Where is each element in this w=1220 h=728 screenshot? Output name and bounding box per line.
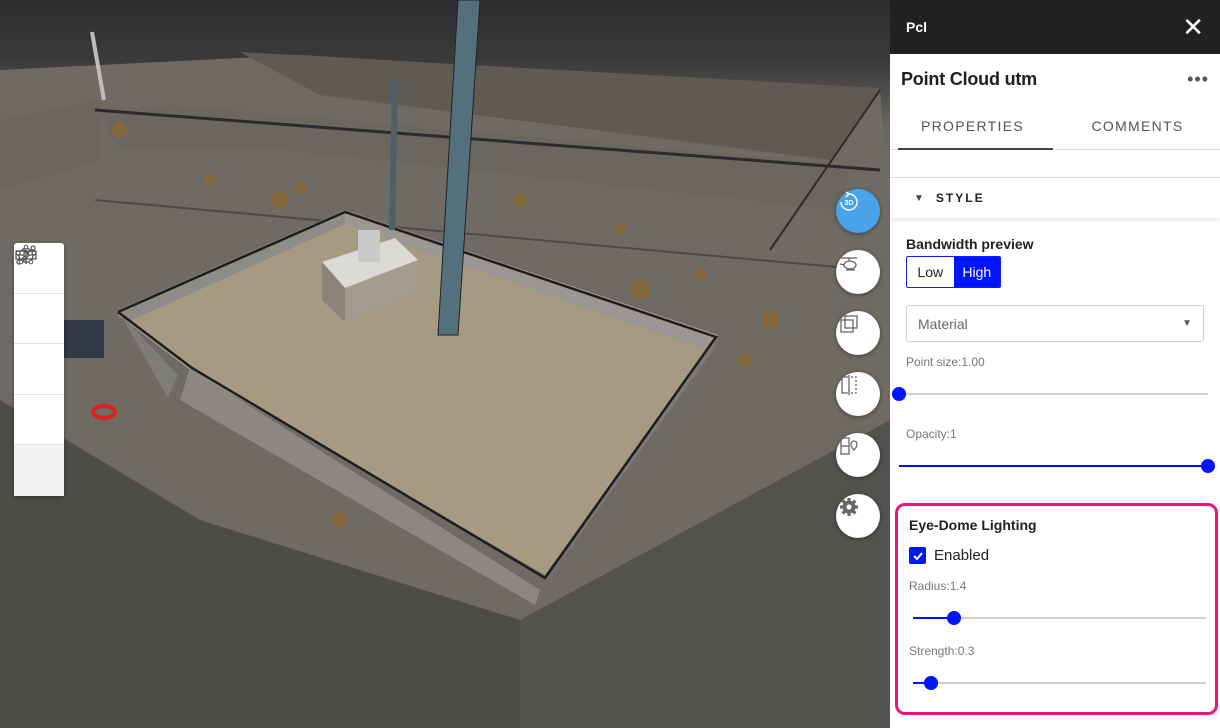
chevron-right-icon [22,248,31,262]
point-size-section: Point size:1.00 [890,342,1220,369]
properties-panel: Pcl ✕ Point Cloud utm ••• PROPERTIES COM… [890,0,1220,728]
svg-text:3D: 3D [845,200,854,207]
collapsed-section-edge [890,150,1220,178]
panel-header: Pcl ✕ [890,0,1220,54]
line-measure-tool-button[interactable] [14,245,64,344]
ruler-tool-button[interactable] [14,250,64,445]
3d-view-button[interactable]: 3D [836,189,880,233]
point-cloud-scene [0,0,890,728]
more-options-icon[interactable]: ••• [1187,69,1209,90]
bandwidth-section: Bandwidth preview Low High [890,218,1220,288]
style-section-header[interactable]: ▼ STYLE [890,178,1220,218]
3d-rotate-icon: 3D [840,191,858,211]
expand-tools-button[interactable] [14,248,64,496]
enabled-label: Enabled [934,547,990,564]
slider-knob[interactable] [947,611,962,625]
caret-down-icon: ▼ [914,192,924,204]
bandwidth-label: Bandwidth preview [906,236,1034,252]
layer-title-row: Point Cloud utm ••• [890,54,1220,104]
panel-tabs: PROPERTIES COMMENTS [890,104,1220,150]
measurement-tool-rail [14,243,64,496]
layers-button[interactable] [836,311,880,355]
point-cloud-viewport[interactable]: 3D [0,0,890,728]
split-view-button[interactable] [836,372,880,416]
opacity-section: Opacity:1 [890,404,1220,441]
opacity-slider[interactable] [899,456,1215,476]
flythrough-button[interactable] [836,250,880,294]
layer-title: Point Cloud utm [901,68,1037,89]
checkbox-checked-icon[interactable] [909,547,926,564]
helicopter-icon [839,257,857,271]
layers-icon [840,315,858,333]
bandwidth-low-button[interactable]: Low [907,257,954,287]
tab-comments[interactable]: COMMENTS [1055,104,1220,149]
slider-knob[interactable] [892,387,906,401]
material-select-value: Material [918,315,968,332]
strength-slider[interactable] [913,673,1206,693]
dropdown-arrow-icon: ▼ [1182,318,1192,329]
polygon-tool-button[interactable] [14,244,64,395]
panel-title: Pcl [906,19,928,35]
slider-knob[interactable] [923,676,938,690]
split-view-icon [841,375,857,395]
opacity-label: Opacity:1 [906,427,957,441]
close-icon[interactable]: ✕ [1182,14,1204,40]
eye-dome-lighting-label: Eye-Dome Lighting [909,517,1037,533]
location-button[interactable] [836,433,880,477]
bandwidth-toggle: Low High [906,256,1001,288]
bandwidth-high-button[interactable]: High [953,257,1000,287]
settings-button[interactable] [836,494,880,538]
slider-knob[interactable] [1201,459,1215,473]
radius-slider[interactable] [913,608,1206,628]
tab-properties[interactable]: PROPERTIES [890,104,1055,150]
eye-dome-lighting-highlight: Eye-Dome Lighting Enabled Radius:1.4 Str… [895,503,1218,715]
radius-label: Radius:1.4 [909,579,967,593]
map-pin-icon [840,437,858,455]
gear-icon [840,498,858,516]
point-size-slider[interactable] [892,384,1208,404]
strength-label: Strength:0.3 [909,644,975,658]
point-size-label: Point size:1.00 [906,355,985,369]
style-section-label: STYLE [935,191,985,205]
material-select[interactable]: Material ▼ [906,305,1204,342]
eye-dome-enabled-checkbox[interactable]: Enabled [909,547,1215,564]
material-section: Material ▼ [890,305,1220,342]
